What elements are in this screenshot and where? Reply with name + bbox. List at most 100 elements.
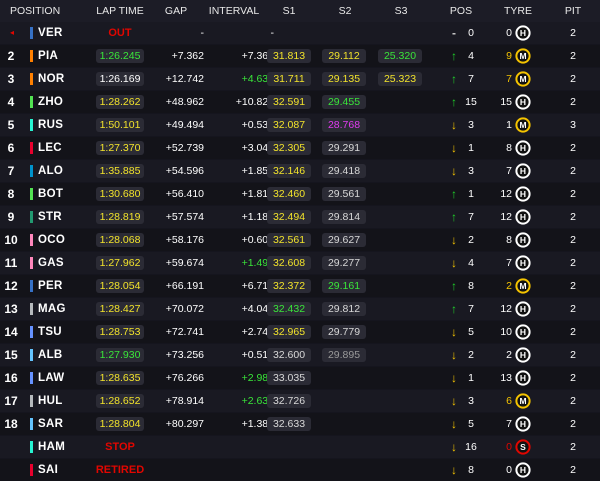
lap-time: 1:27.370 [96,141,144,155]
team-color-bar [30,73,33,85]
table-row[interactable]: 5 RUS 1:50.101 +49.494 +0.532 32.087 28.768 ↓ 3 1… [0,114,600,136]
position-change-icon: ↓ [451,256,457,270]
tyre-laps: 7 [506,73,512,85]
header-lap-time[interactable]: LAP TIME [90,0,150,22]
driver-code[interactable]: NOR [38,68,82,90]
table-row[interactable]: 17 HUL 1:28.652 +78.914 +2.638 32.726 ↓ 3 6 M 2 [0,390,600,412]
tyre-compound-label: H [520,373,526,383]
pit-stops: 2 [570,142,576,154]
driver-code[interactable]: STR [38,206,82,228]
gap-value: +12.742 [165,73,204,85]
table-row[interactable]: 6 LEC 1:27.370 +52.739 +3.046 32.305 29.291 ↓ 1 8… [0,137,600,159]
position-change: 8 [468,280,474,292]
tyre-compound-icon: M [515,117,531,133]
table-row[interactable]: 2 PIA 1:26.245 +7.362 +7.362 31.813 29.112 25.3… [0,45,600,67]
table-row[interactable]: 9 STR 1:28.819 +57.574 +1.181 32.494 29.814 ↑ 7 1… [0,206,600,228]
driver-code[interactable]: PER [38,275,82,297]
sector-s2: 29.627 [322,233,366,247]
tyre-compound-label: M [519,120,526,130]
gap-value: - [200,27,205,39]
interval-value: +0.602 [241,234,274,246]
table-row[interactable]: 4 ZHO 1:28.262 +48.962 +10.824 32.591 29.455 ↑ 1… [0,91,600,113]
position-change: 2 [468,234,474,246]
tyre-compound-label: H [520,28,526,38]
gap-value: +73.256 [165,349,204,361]
table-row[interactable]: 15 ALB 1:27.930 +73.256 +0.515 32.600 29.895 ↓ 2… [0,344,600,366]
interval-value: +4.047 [241,303,274,315]
table-row[interactable]: 18 SAR 1:28.804 +80.297 +1.383 32.633 ↓ 5 7 H 2 [0,413,600,435]
gap-value: +72.741 [165,326,204,338]
pit-stops: 2 [570,211,576,223]
table-row[interactable]: ◂ VER OUT - - -0 0 H 2 [0,22,600,44]
driver-code[interactable]: VER [38,22,82,44]
position-change-icon: ↑ [451,210,457,224]
position-change-icon: ↑ [451,95,457,109]
tyre-compound-icon: H [515,140,531,156]
pit-stops: 2 [570,418,576,430]
header-pos[interactable]: POS [446,0,476,22]
table-row[interactable]: 14 TSU 1:28.753 +72.741 +2.749 32.965 29.779 ↓ 5… [0,321,600,343]
driver-code[interactable]: GAS [38,252,82,274]
driver-code[interactable]: RUS [38,114,82,136]
header-position[interactable]: POSITION [10,0,60,22]
header-interval[interactable]: INTERVAL [204,0,264,22]
tyre-laps: 12 [500,303,512,315]
position-change: 5 [468,418,474,430]
driver-code[interactable]: ALO [38,160,82,182]
header-gap[interactable]: GAP [156,0,196,22]
tyre-compound-label: H [520,304,526,314]
header-s3[interactable]: S3 [390,0,412,22]
lap-time: 1:28.068 [96,233,144,247]
driver-code[interactable]: BOT [38,183,82,205]
driver-code[interactable]: PIA [38,45,82,67]
gap-value: +57.574 [165,211,204,223]
tyre-compound-icon: H [515,324,531,340]
header-s2[interactable]: S2 [334,0,356,22]
header-s1[interactable]: S1 [278,0,300,22]
sector-s1: 33.035 [267,371,311,385]
tyre-compound-icon: H [515,347,531,363]
pit-stops: 2 [570,96,576,108]
gap-value: +54.596 [165,165,204,177]
team-color-bar [30,395,33,407]
driver-code[interactable]: ZHO [38,91,82,113]
tyre-laps: 0 [506,27,512,39]
table-row[interactable]: 16 LAW 1:28.635 +76.266 +2.983 33.035 ↓ 1 13 H 2 [0,367,600,389]
driver-code[interactable]: LAW [38,367,82,389]
tyre-compound-label: H [520,327,526,337]
table-row[interactable]: 8 BOT 1:30.680 +56.410 +1.814 32.460 29.561 ↑ 1 1… [0,183,600,205]
gap-value: +80.297 [165,418,204,430]
driver-code[interactable]: TSU [38,321,82,343]
table-row[interactable]: 12 PER 1:28.054 +66.191 +6.719 32.372 29.161 ↑ 8… [0,275,600,297]
header-tyre[interactable]: TYRE [500,0,536,22]
pit-stops: 2 [570,234,576,246]
position-number: 13 [4,302,18,316]
position-change-icon: ↓ [451,371,457,385]
table-header: POSITION LAP TIME GAP INTERVAL S1 S2 S3 … [0,0,600,22]
driver-code[interactable]: HUL [38,390,82,412]
table-row[interactable]: 3 NOR 1:26.169 +12.742 +4.635 31.711 29.135 25.… [0,68,600,90]
lap-time: 1:28.635 [96,371,144,385]
driver-code[interactable]: LEC [38,137,82,159]
table-row[interactable]: 7 ALO 1:35.885 +54.596 +1.857 32.146 29.418 ↓ 3 7… [0,160,600,182]
driver-code[interactable]: ALB [38,344,82,366]
table-row[interactable]: HAM STOP ↓ 16 0 S 2 [0,436,600,458]
team-color-bar [30,441,33,453]
table-row[interactable]: 10 OCO 1:28.068 +58.176 +0.602 32.561 29.627 ↓ 2… [0,229,600,251]
sector-s1: 31.813 [267,49,311,63]
header-pit[interactable]: PIT [560,0,586,22]
driver-code[interactable]: OCO [38,229,82,251]
team-color-bar [30,165,33,177]
sector-s1: 32.432 [267,302,311,316]
team-color-bar [30,372,33,384]
table-row[interactable]: 11 GAS 1:27.962 +59.674 +1.498 32.608 29.277 ↓ 4… [0,252,600,274]
driver-code[interactable]: HAM [38,436,82,458]
driver-code[interactable]: SAR [38,413,82,435]
driver-code[interactable]: MAG [38,298,82,320]
driver-code[interactable]: SAI [38,459,82,481]
tyre-laps: 12 [500,188,512,200]
table-row[interactable]: 13 MAG 1:28.427 +70.072 +4.047 32.432 29.812 ↑ 7… [0,298,600,320]
position-change: 16 [465,441,477,453]
tyre-laps: 7 [506,165,512,177]
table-row[interactable]: SAI RETIRED ↓ 8 0 H 2 [0,459,600,481]
